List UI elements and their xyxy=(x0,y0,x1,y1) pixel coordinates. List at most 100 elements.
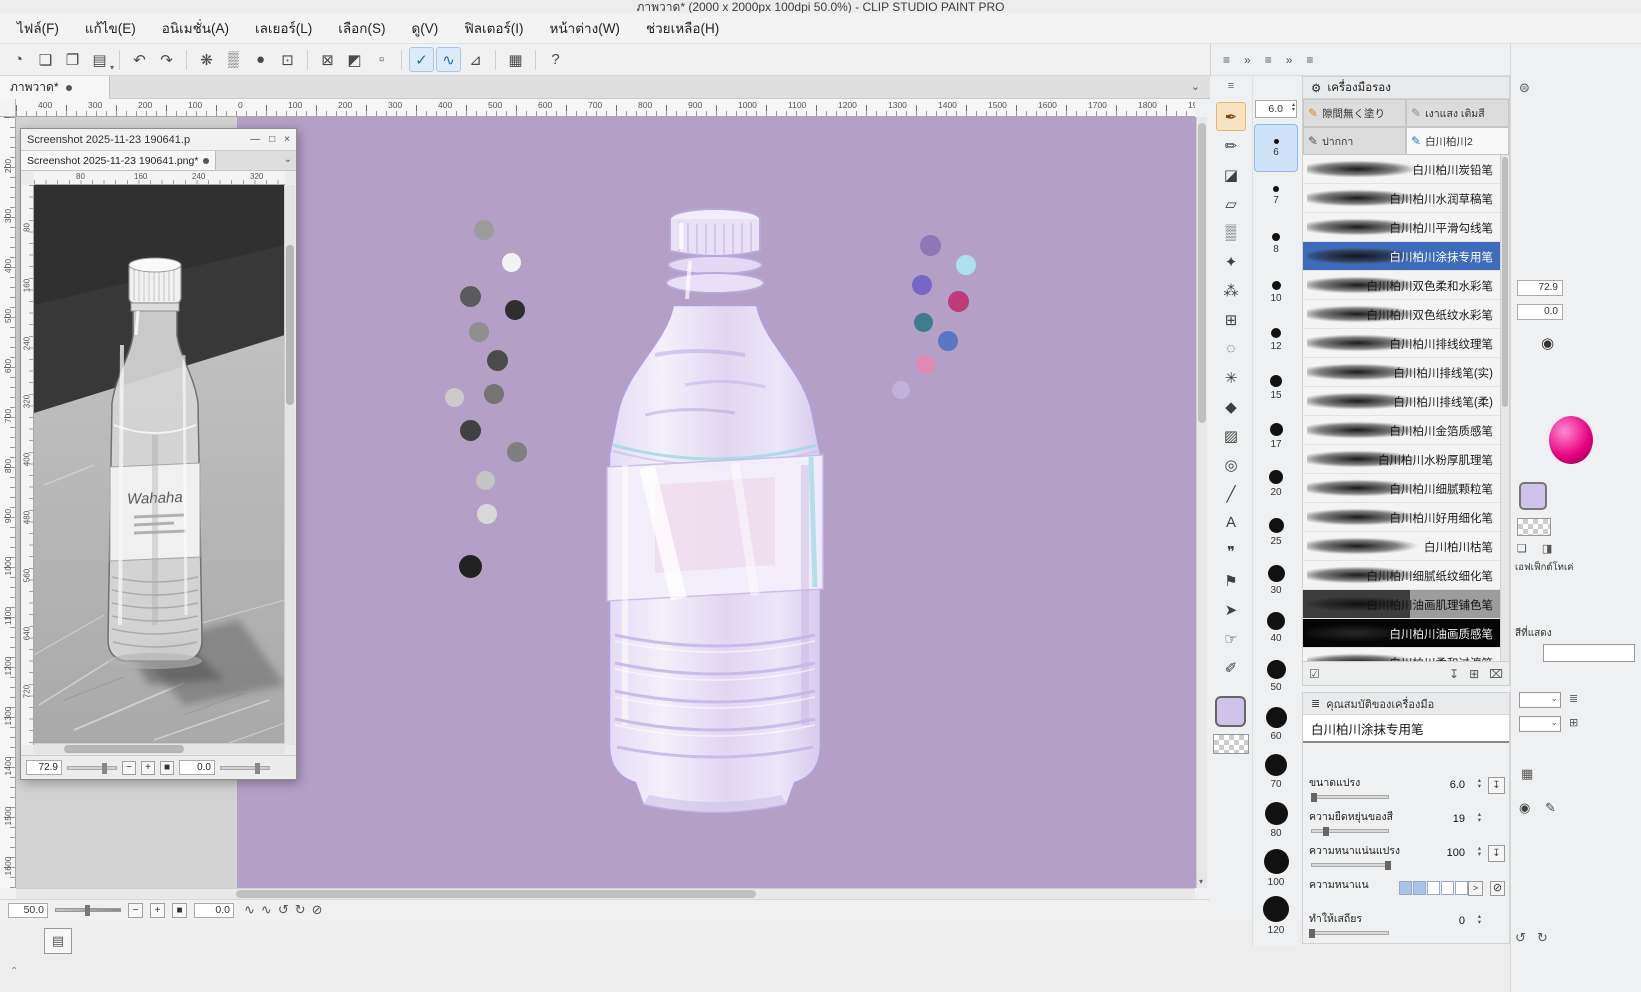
brush-size-option[interactable]: 10 xyxy=(1254,268,1298,316)
invert-selection-icon[interactable]: ◩ xyxy=(342,47,367,72)
grid-icon[interactable]: ▦ xyxy=(1521,766,1533,782)
zoom-slider-handle[interactable] xyxy=(85,905,90,916)
menu-item[interactable]: เลือก(S) xyxy=(325,13,398,44)
selection-border-icon[interactable]: ▫ xyxy=(369,47,394,72)
brush-item[interactable]: 白川柏川枯笔 xyxy=(1303,532,1509,561)
brush-item[interactable]: 白川柏川排线笔(实) xyxy=(1303,358,1509,387)
brush-item[interactable]: 白川柏川双色纸纹水彩笔 xyxy=(1303,300,1509,329)
menu-item[interactable]: อนิเมชั่น(A) xyxy=(149,13,242,44)
brush-list-scroll-thumb[interactable] xyxy=(1502,157,1508,407)
reference-photo[interactable]: Wahaha xyxy=(34,185,285,745)
property-slider[interactable] xyxy=(1311,829,1389,833)
snap-to-special-ruler-icon[interactable]: ∿ xyxy=(436,47,461,72)
brush-item[interactable]: 白川柏川双色柔和水彩笔 xyxy=(1303,271,1509,300)
brush-size-option[interactable]: 6 xyxy=(1254,124,1298,172)
navigator-zoom-value[interactable]: 72.9 xyxy=(1517,280,1563,296)
menu-item[interactable]: แก้ไข(E) xyxy=(72,13,149,44)
expand-segments-button[interactable]: > xyxy=(1468,881,1483,896)
property-spinner[interactable]: ▴▾ xyxy=(1478,778,1481,790)
brush-size-option[interactable]: 12 xyxy=(1254,316,1298,364)
hand-tool-icon[interactable]: ☞ xyxy=(1216,624,1246,653)
menu-item[interactable]: เลเยอร์(L) xyxy=(242,13,325,44)
reference-zoom-out-button[interactable]: − xyxy=(122,761,136,775)
brush-size-option[interactable]: 30 xyxy=(1254,556,1298,604)
reset-view-icon[interactable]: ⊘ xyxy=(312,902,323,918)
snap-to-ruler-icon[interactable]: ✓ xyxy=(409,47,434,72)
draft-pen-icon[interactable]: ✎ xyxy=(1545,800,1556,816)
close-button[interactable]: × xyxy=(284,134,290,145)
brush-item[interactable]: 白川柏川平滑勾线笔 xyxy=(1303,213,1509,242)
eyedropper-tool-icon[interactable]: ✐ xyxy=(1216,653,1246,682)
reference-image-window[interactable]: Screenshot 2025-11-23 190641.p — □ × Scr… xyxy=(20,128,297,780)
fill-tool-icon[interactable]: ◆ xyxy=(1216,392,1246,421)
soft-eraser-tool-icon[interactable]: ▱ xyxy=(1216,189,1246,218)
brush-item[interactable]: 白川柏川涂抹专用笔 xyxy=(1303,242,1509,271)
rotate-left-icon[interactable]: ↺ xyxy=(278,902,289,918)
toggle-off-button[interactable]: ⊘ xyxy=(1490,881,1505,896)
rotation-value[interactable]: 0.0 xyxy=(194,903,234,918)
tablet-settings-icon[interactable]: ▤ xyxy=(44,928,72,954)
brush-item[interactable]: 白川柏川油画质感笔 xyxy=(1303,619,1509,648)
reference-zoom-value[interactable]: 72.9 xyxy=(26,760,62,775)
reference-window-titlebar[interactable]: Screenshot 2025-11-23 190641.p — □ × xyxy=(21,129,296,151)
print-icon[interactable]: ▤▾ xyxy=(87,47,112,72)
brush-size-spinner[interactable]: ▴▾ xyxy=(1292,103,1295,113)
help-icon[interactable]: ? xyxy=(543,47,568,72)
reference-v-scroll-thumb[interactable] xyxy=(286,245,294,405)
reference-zoom-in-button[interactable]: + xyxy=(141,761,155,775)
canvas-tab[interactable]: ภาพวาด* xyxy=(0,76,110,99)
tone-icon[interactable]: ▒ xyxy=(221,47,246,72)
brush-size-option[interactable]: 8 xyxy=(1254,220,1298,268)
layer-option-select[interactable]: ⌄ xyxy=(1519,716,1561,732)
menu-item[interactable]: ช่วยเหลือ(H) xyxy=(633,13,732,44)
add-icon[interactable]: ⊞ xyxy=(1569,716,1578,729)
reference-h-scroll-thumb[interactable] xyxy=(64,745,184,753)
panel-rotate-right-icon[interactable]: ↻ xyxy=(1537,930,1548,946)
reference-rotate-slider[interactable] xyxy=(220,766,270,770)
move-tool-icon[interactable]: ➤ xyxy=(1216,595,1246,624)
pencil-tool-icon[interactable]: ✏ xyxy=(1216,131,1246,160)
smooth-curve-icon[interactable]: ∿ xyxy=(244,902,255,918)
reference-tab[interactable]: Screenshot 2025-11-23 190641.png* xyxy=(21,151,216,170)
property-spinner[interactable]: ▴▾ xyxy=(1478,846,1481,858)
brush-item[interactable]: 白川柏川油画肌理铺色笔 xyxy=(1303,590,1509,619)
brush-item[interactable]: 白川柏川排线纹理笔 xyxy=(1303,329,1509,358)
tab-list-dropdown-icon[interactable]: ⌄ xyxy=(1191,80,1200,93)
brush-size-option[interactable]: 25 xyxy=(1254,508,1298,556)
brush-item[interactable]: 白川柏川好用细化笔 xyxy=(1303,503,1509,532)
navigator-rotate-value[interactable]: 0.0 xyxy=(1517,304,1563,320)
reference-h-scrollbar[interactable] xyxy=(34,743,285,754)
maximize-button[interactable]: □ xyxy=(269,134,275,145)
spin-down-icon[interactable]: ▾ xyxy=(1478,920,1481,926)
brush-size-option[interactable]: 70 xyxy=(1254,748,1298,796)
brush-size-option[interactable]: 15 xyxy=(1254,364,1298,412)
brush-density-segments[interactable] xyxy=(1399,881,1468,895)
brush-size-option[interactable]: 7 xyxy=(1254,172,1298,220)
reference-v-scrollbar[interactable] xyxy=(284,185,295,745)
register-brush-icon[interactable]: ↧ xyxy=(1449,667,1459,681)
brush-item[interactable]: 白川柏川炭铅笔 xyxy=(1303,155,1509,184)
text-tool-icon[interactable]: A xyxy=(1216,508,1246,537)
brush-item[interactable]: 白川柏川细腻颗粒笔 xyxy=(1303,474,1509,503)
rotate-right-icon[interactable]: ↻ xyxy=(295,902,306,918)
grid-icon[interactable]: ▦ xyxy=(503,47,528,72)
brush-size-option[interactable]: 20 xyxy=(1254,460,1298,508)
panel-control-icon[interactable]: » xyxy=(1244,53,1251,67)
line-tool-icon[interactable]: ╱ xyxy=(1216,479,1246,508)
lasso-tool-icon[interactable]: ◌ xyxy=(1216,334,1246,363)
chain-icon[interactable]: ⊜ xyxy=(1519,80,1530,96)
new-canvas-icon[interactable]: ❏ xyxy=(33,47,58,72)
primary-color-swatch[interactable] xyxy=(1215,696,1246,727)
zoom-in-button[interactable]: + xyxy=(150,903,165,918)
auto-select-tool-icon[interactable]: ✳ xyxy=(1216,363,1246,392)
current-color-swatch[interactable] xyxy=(1519,482,1547,510)
canvas-v-scrollbar[interactable]: ▾ xyxy=(1196,117,1207,888)
brush-size-current-value[interactable]: 6.0 ▴▾ xyxy=(1255,100,1297,118)
property-slider-handle[interactable] xyxy=(1309,929,1315,938)
expand-corner-icon[interactable]: ⌃ xyxy=(10,966,18,977)
deselect-icon[interactable]: ⊠ xyxy=(315,47,340,72)
subtool-group-tab[interactable]: ✎白川柏川2 xyxy=(1406,127,1509,155)
color-wheel-sphere[interactable] xyxy=(1549,416,1593,464)
menu-item[interactable]: หน้าต่าง(W) xyxy=(537,13,633,44)
property-slider[interactable] xyxy=(1311,863,1389,867)
